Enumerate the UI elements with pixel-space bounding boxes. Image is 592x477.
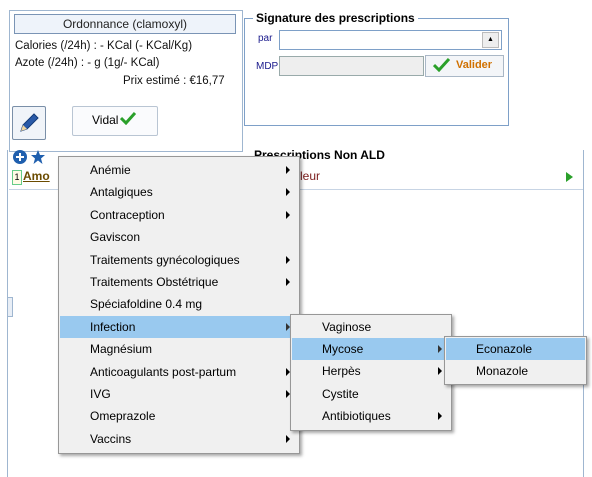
submenu-arrow-icon bbox=[438, 367, 442, 376]
menu-item[interactable]: Spéciafoldine 0.4 mg bbox=[60, 293, 298, 315]
submenu-arrow-icon bbox=[286, 278, 290, 286]
menu-item-label: Gaviscon bbox=[90, 230, 141, 245]
menu-item-label: Anticoagulants post-partum bbox=[90, 364, 237, 379]
menu-item[interactable]: Anticoagulants post-partum bbox=[60, 361, 298, 383]
valider-label: Valider bbox=[456, 59, 493, 71]
menu-item[interactable]: Anémie bbox=[60, 159, 298, 181]
prix-estime: Prix estimé : €16,77 bbox=[123, 75, 225, 87]
menu-item[interactable]: Econazole bbox=[446, 338, 585, 360]
menu-item-label: Contraception bbox=[90, 207, 165, 222]
menu-item[interactable]: Omeprazole bbox=[60, 405, 298, 427]
pencil-icon bbox=[20, 113, 39, 132]
menu-item[interactable]: Antalgiques bbox=[60, 181, 298, 203]
menu-item-label: Vaccins bbox=[90, 431, 132, 446]
menu-item-label: Traitements Obstétrique bbox=[90, 275, 219, 289]
par-select[interactable] bbox=[279, 30, 502, 50]
mdp-label: MDP bbox=[256, 61, 279, 72]
azote-line: Azote (/24h) : - g (1g/- KCal) bbox=[15, 57, 160, 69]
submenu-arrow-icon bbox=[286, 188, 290, 197]
submenu-arrow-icon bbox=[286, 166, 290, 174]
menu-item[interactable]: Monazole bbox=[446, 360, 585, 382]
star-icon[interactable] bbox=[30, 149, 46, 165]
signature-title: Signature des prescriptions bbox=[253, 11, 418, 25]
par-label: par bbox=[258, 33, 273, 44]
menu-item[interactable]: Cystite bbox=[292, 383, 450, 405]
menu-item-label: Omeprazole bbox=[90, 409, 156, 424]
menu-item-label: IVG bbox=[90, 387, 111, 401]
check-icon bbox=[120, 111, 136, 125]
prescription-detail: leur bbox=[300, 169, 321, 183]
check-icon bbox=[433, 58, 451, 72]
menu-item-label: Spéciafoldine 0.4 mg bbox=[90, 297, 203, 312]
splitter-handle[interactable] bbox=[7, 297, 13, 317]
context-menu-main: Anémie Antalgiques Contraception Gaviscon Tr… bbox=[58, 156, 300, 454]
menu-item-label: Antibiotiques bbox=[322, 408, 391, 423]
plus-circle-icon[interactable] bbox=[12, 149, 28, 165]
panel-border-right bbox=[583, 150, 584, 477]
menu-item[interactable]: IVG bbox=[60, 383, 298, 405]
submenu-arrow-icon bbox=[286, 434, 290, 443]
submenu-arrow-icon bbox=[438, 411, 442, 420]
menu-item-label: Traitements gynécologiques bbox=[90, 252, 240, 267]
menu-item-label: Vaginose bbox=[322, 320, 372, 334]
menu-item-label: Monazole bbox=[476, 364, 529, 378]
menu-item[interactable]: Herpès bbox=[292, 360, 450, 382]
menu-item-label: Cystite bbox=[322, 386, 359, 401]
edit-button[interactable] bbox=[12, 106, 46, 140]
menu-item-label: Infection bbox=[90, 319, 136, 334]
menu-item[interactable]: Traitements gynécologiques bbox=[60, 249, 298, 271]
ordonnance-title[interactable]: Ordonnance (clamoxyl) bbox=[14, 14, 236, 34]
menu-item[interactable]: Contraception bbox=[60, 204, 298, 226]
menu-item-label: Herpès bbox=[322, 364, 361, 379]
context-menu-mycose: Econazole Monazole bbox=[444, 336, 587, 385]
menu-item[interactable]: Infection bbox=[60, 315, 298, 338]
menu-item[interactable]: Vaccins bbox=[60, 428, 298, 450]
mdp-field[interactable] bbox=[279, 56, 424, 76]
menu-item[interactable]: Antibiotiques bbox=[292, 405, 450, 427]
menu-item[interactable]: Magnésium bbox=[60, 338, 298, 360]
vidal-label: Vidal bbox=[92, 113, 119, 127]
submenu-arrow-icon bbox=[438, 345, 442, 354]
menu-item-label: Antalgiques bbox=[90, 185, 153, 200]
submenu-arrow-icon bbox=[286, 255, 290, 264]
menu-item[interactable]: Gaviscon bbox=[60, 226, 298, 248]
dropdown-arrow-icon[interactable]: ▲ bbox=[482, 32, 499, 48]
menu-item-label: Mycose bbox=[322, 342, 364, 357]
prescription-index: 1 bbox=[12, 170, 22, 185]
play-icon[interactable] bbox=[566, 172, 573, 182]
context-menu-infection: Vaginose Mycose Herpès Cystite Antibiotiques bbox=[290, 314, 452, 431]
prescription-link[interactable]: Amo bbox=[23, 169, 50, 183]
menu-item-label: Econazole bbox=[476, 342, 533, 356]
submenu-arrow-icon bbox=[286, 210, 290, 219]
menu-item-label: Magnésium bbox=[90, 342, 153, 357]
menu-item[interactable]: Mycose bbox=[292, 338, 450, 361]
menu-item[interactable]: Traitements Obstétrique bbox=[60, 271, 298, 293]
menu-item[interactable]: Vaginose bbox=[292, 316, 450, 338]
menu-item-label: Anémie bbox=[90, 163, 131, 177]
calories-line: Calories (/24h) : - KCal (- KCal/Kg) bbox=[15, 40, 193, 52]
